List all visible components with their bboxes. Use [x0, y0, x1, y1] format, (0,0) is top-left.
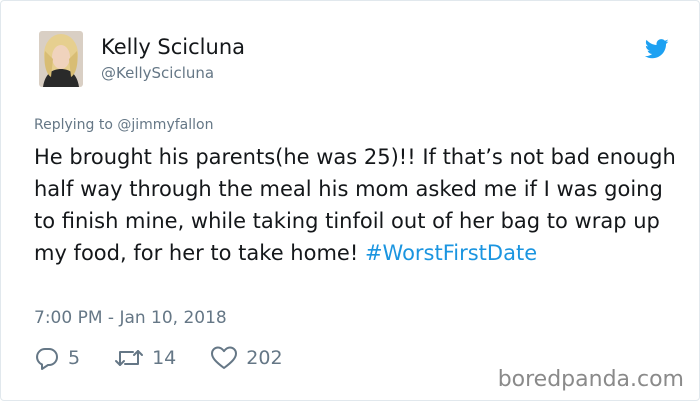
reply-button[interactable]: 5 — [34, 345, 80, 371]
replying-to-prefix: Replying to — [34, 117, 113, 133]
avatar[interactable] — [39, 31, 83, 87]
like-button[interactable]: 202 — [210, 345, 283, 371]
retweet-count: 14 — [152, 347, 177, 369]
author-display-name[interactable]: Kelly Scicluna — [101, 35, 245, 59]
tweet-actions: 5 14 202 — [34, 344, 317, 372]
author-handle[interactable]: @KellyScicluna — [101, 64, 214, 82]
tweet-timestamp[interactable]: 7:00 PM - Jan 10, 2018 — [34, 308, 227, 328]
tweet-text: He brought his parents(he was 25)!! If t… — [34, 141, 684, 269]
replying-to-line: Replying to @jimmyfallon — [34, 117, 213, 133]
reply-count: 5 — [68, 347, 81, 369]
tweet-body: He brought his parents(he was 25)!! If t… — [34, 145, 676, 265]
retweet-button[interactable]: 14 — [114, 345, 176, 371]
retweet-icon — [115, 350, 144, 366]
tweet-card: Kelly Scicluna @KellyScicluna Replying t… — [0, 0, 700, 401]
watermark: boredpanda.com — [497, 367, 684, 392]
heart-icon — [211, 346, 238, 369]
twitter-bird-icon[interactable] — [645, 39, 669, 59]
replying-to-mention[interactable]: @jimmyfallon — [117, 117, 213, 133]
like-count: 202 — [246, 347, 283, 369]
avatar-image — [39, 31, 83, 87]
reply-bubble-icon — [36, 348, 58, 370]
hashtag-link[interactable]: #WorstFirstDate — [365, 241, 537, 265]
